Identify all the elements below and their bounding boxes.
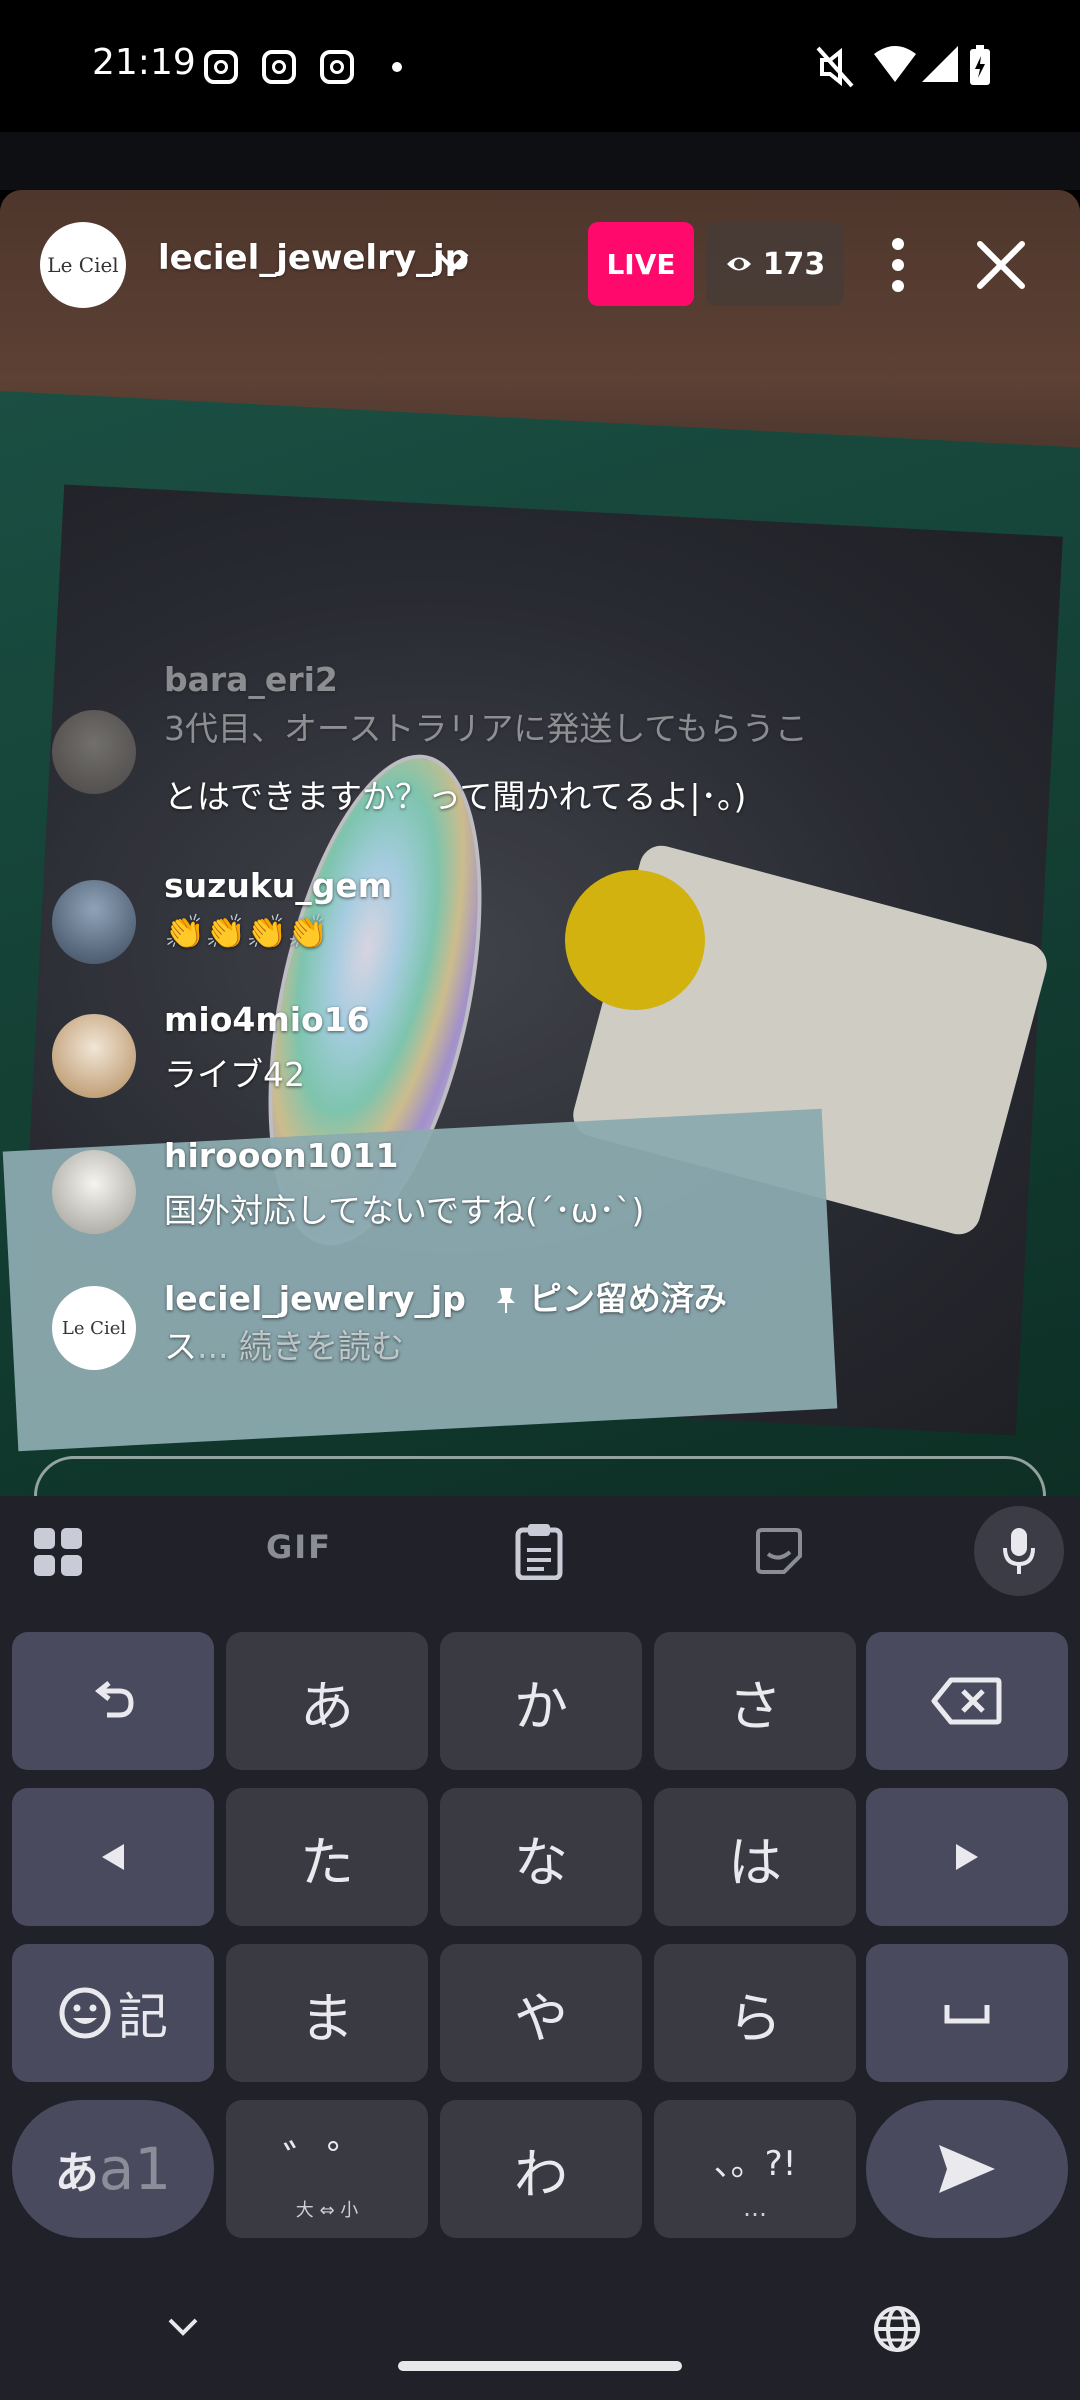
mode-latin-label: a1: [98, 2135, 172, 2203]
pinned-label: ピン留め済み: [495, 1279, 727, 1318]
key-a[interactable]: あ: [226, 1632, 428, 1770]
punctuation-key[interactable]: 、。?! …: [654, 2100, 856, 2238]
comment-text: 3代目、オーストラリアに発送してもらうこ: [164, 709, 808, 748]
key-ka[interactable]: か: [440, 1632, 642, 1770]
close-icon[interactable]: [966, 230, 1036, 300]
home-indicator[interactable]: [398, 2361, 682, 2371]
dakuten-sub-label: 大 ⇔ 小: [295, 2200, 359, 2221]
keyboard-toolbar: GIF: [0, 1496, 1080, 1608]
key-ya[interactable]: や: [440, 1944, 642, 2082]
app-top-bar: [0, 132, 1080, 190]
key-ta[interactable]: た: [226, 1788, 428, 1926]
chevron-down-icon[interactable]: [436, 250, 470, 274]
status-time: 21:19: [92, 42, 196, 83]
punctuation-sub-label: …: [743, 2194, 767, 2222]
instagram-icon: [320, 50, 354, 84]
gif-button[interactable]: GIF: [266, 1528, 332, 1566]
undo-icon: [94, 1681, 134, 1718]
navigation-bar: [0, 2276, 1080, 2400]
host-username[interactable]: leciel_jewelry_jp: [158, 238, 469, 278]
comment-username: mio4mio16: [164, 1000, 370, 1039]
punctuation-label: 、。?!: [713, 2143, 797, 2184]
key-ma[interactable]: ま: [226, 1944, 428, 2082]
comment-text: 国外対応してないですね(´･ω･`): [164, 1191, 645, 1230]
kigou-label: 記: [118, 1988, 168, 2046]
avatar: [52, 710, 136, 794]
live-video[interactable]: Le Ciel leciel_jewelry_jp LIVE 173 bara_…: [0, 190, 1080, 1496]
emoji-icon: [59, 1987, 111, 2039]
apps-grid-icon[interactable]: [32, 1526, 84, 1578]
comment-username: leciel_jewelry_jp: [164, 1279, 466, 1318]
keyboard: GIF あ か さ た な は 記 ま や ら あ a1 ゛゜ 大 ⇔ 小 わ …: [0, 1496, 1080, 2400]
send-icon: [939, 2145, 995, 2193]
avatar: [52, 880, 136, 964]
mode-kana-label: あ: [54, 2148, 99, 2199]
right-arrow-key[interactable]: [866, 1788, 1068, 1926]
key-na[interactable]: な: [440, 1788, 642, 1926]
instagram-icon: [204, 50, 238, 84]
comment-input[interactable]: [34, 1456, 1046, 1496]
viewer-count-badge[interactable]: 173: [706, 222, 844, 306]
comment-username: hirooon1011: [164, 1136, 399, 1175]
comment-username: bara_eri2: [164, 660, 338, 699]
pin-icon: [497, 1288, 516, 1313]
right-arrow-icon: [956, 1844, 978, 1870]
backspace-key[interactable]: [866, 1632, 1068, 1770]
mic-icon: [1003, 1528, 1035, 1574]
avatar: [52, 1150, 136, 1234]
sticker-icon[interactable]: [754, 1526, 804, 1576]
pinned-comment-header: leciel_jewelry_jp ピン留め済み: [164, 1272, 727, 1320]
eye-icon: [726, 257, 751, 271]
wifi-icon: [874, 46, 916, 82]
globe-icon[interactable]: [872, 2304, 922, 2354]
battery-charging-icon: [970, 45, 990, 85]
comment-text: ス... 続きを読む: [164, 1327, 404, 1366]
comment-text: 👏👏👏👏: [164, 912, 329, 951]
comment-username: suzuku_gem: [164, 866, 393, 905]
host-avatar[interactable]: Le Ciel: [40, 222, 126, 308]
pinned-text: ピン留め済み: [528, 1279, 727, 1318]
dakuten-key[interactable]: ゛゜ 大 ⇔ 小: [226, 2100, 428, 2238]
comment-text: とはできますか？って聞かれてるよ|･。): [164, 777, 747, 816]
send-key[interactable]: [866, 2100, 1068, 2238]
read-more-link[interactable]: ... 続きを読む: [197, 1327, 404, 1366]
clipboard-icon[interactable]: [514, 1522, 564, 1580]
space-key[interactable]: [866, 1944, 1068, 2082]
key-wa[interactable]: わ: [440, 2100, 642, 2238]
comment-text: ライブ42: [164, 1055, 305, 1094]
left-arrow-icon: [102, 1844, 124, 1870]
left-arrow-key[interactable]: [12, 1788, 214, 1926]
avatar: Le Ciel: [52, 1286, 136, 1370]
key-sa[interactable]: さ: [654, 1632, 856, 1770]
hide-keyboard-icon[interactable]: [166, 2316, 200, 2338]
viewer-count: 173: [762, 246, 826, 282]
dakuten-label: ゛゜: [283, 2137, 371, 2188]
emoji-symbol-key[interactable]: 記: [12, 1944, 214, 2082]
instagram-icon: [262, 50, 296, 84]
more-options-icon[interactable]: [870, 230, 926, 300]
live-badge: LIVE: [588, 222, 694, 306]
key-ra[interactable]: ら: [654, 1944, 856, 2082]
status-bar: 21:19: [0, 0, 1080, 132]
space-icon: [944, 2005, 990, 2024]
mic-button[interactable]: [974, 1506, 1064, 1596]
backspace-icon: [931, 1677, 1002, 1725]
more-notifications-dot: [392, 62, 402, 72]
undo-key[interactable]: [12, 1632, 214, 1770]
input-mode-key[interactable]: あ a1: [12, 2100, 214, 2238]
avatar: [52, 1014, 136, 1098]
mute-icon: [816, 46, 854, 88]
key-ha[interactable]: は: [654, 1788, 856, 1926]
signal-icon: [922, 46, 958, 82]
